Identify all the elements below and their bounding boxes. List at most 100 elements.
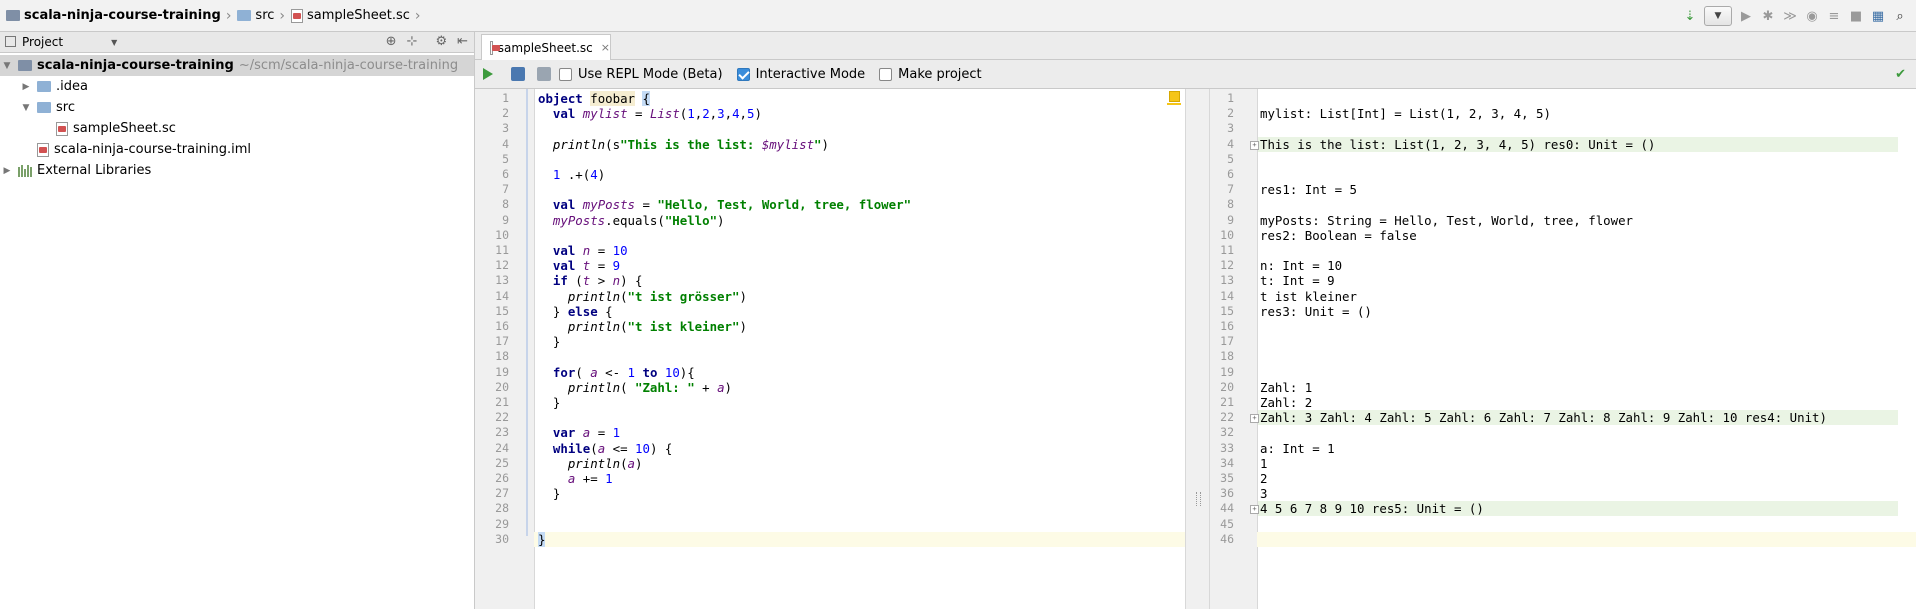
code-line[interactable]: val t = 9 xyxy=(538,258,620,273)
expand-arrow-icon[interactable]: ▼ xyxy=(21,103,31,113)
expand-arrow-icon[interactable]: ▼ xyxy=(2,61,12,71)
close-icon[interactable]: × xyxy=(601,41,610,54)
tree-item[interactable]: ▶ External Libraries xyxy=(0,160,474,181)
code-line[interactable]: println("t ist grösser") xyxy=(538,289,747,304)
code-line[interactable]: val mylist = List(1,2,3,4,5) xyxy=(538,106,762,121)
stop-icon[interactable]: ■ xyxy=(1848,8,1864,24)
code-line[interactable]: a += 1 xyxy=(538,471,613,486)
worksheet-output[interactable]: + + +1 2 mylist: List[Int] = List(1, 2, 3, 4… xyxy=(1210,89,1916,609)
code-line[interactable]: } xyxy=(538,334,560,349)
collapse-arrow-icon[interactable]: ▶ xyxy=(2,166,12,176)
tab-samplesheet[interactable]: sampleSheet.sc × xyxy=(481,34,611,60)
make-project-checkbox[interactable] xyxy=(879,67,893,81)
code-line[interactable]: val myPosts = "Hello, Test, World, tree,… xyxy=(538,197,911,212)
code-line[interactable]: } xyxy=(538,531,546,547)
folder-icon xyxy=(237,10,252,21)
breadcrumb-project[interactable]: scala-ninja-course-training › xyxy=(0,0,231,31)
worksheet-toolbar: Use REPL Mode (Beta) Interactive Mode Ma… xyxy=(475,60,1916,89)
warning-marker[interactable] xyxy=(1169,91,1180,102)
view-dropdown-icon[interactable]: ▼ xyxy=(111,38,117,47)
project-folder-icon xyxy=(18,60,32,71)
line-number: 18 xyxy=(495,349,509,364)
expand-fold-icon[interactable]: + xyxy=(1250,140,1259,150)
hide-panel-icon[interactable]: ⇤ xyxy=(457,34,468,49)
line-number: 18 xyxy=(1220,349,1234,364)
interactive-mode-checkbox[interactable] xyxy=(736,67,750,81)
interactive-mode-label: Interactive Mode xyxy=(755,66,866,82)
run-worksheet-icon[interactable] xyxy=(483,68,493,80)
code-line[interactable]: object foobar { xyxy=(538,91,650,106)
breadcrumb-folder[interactable]: src › xyxy=(231,0,285,31)
repl-mode-checkbox[interactable] xyxy=(559,67,572,81)
code-line[interactable]: var a = 1 xyxy=(538,425,620,440)
profile-icon[interactable]: ◉ xyxy=(1804,8,1820,24)
code-line[interactable]: while(a <= 10) { xyxy=(538,441,672,456)
splitter-grip[interactable] xyxy=(1196,492,1201,506)
expand-fold-icon[interactable]: + xyxy=(1250,414,1259,424)
scroll-from-source-icon[interactable]: ⊕ xyxy=(386,34,397,49)
code-line[interactable]: if (t > n) { xyxy=(538,273,643,288)
line-number: 21 xyxy=(495,395,509,409)
current-line-highlight xyxy=(1257,531,1916,547)
line-number: 3 xyxy=(1227,121,1234,136)
code-line[interactable]: } xyxy=(538,395,560,410)
code-line[interactable]: println(a) xyxy=(538,456,643,471)
collapse-arrow-icon[interactable]: ▶ xyxy=(21,82,31,92)
line-number: 33 xyxy=(1220,440,1234,455)
code-line[interactable]: val n = 10 xyxy=(538,243,628,258)
line-number: 3 xyxy=(502,121,509,136)
line-number: 5 xyxy=(1227,151,1234,166)
output-line: 1 xyxy=(1260,455,1268,471)
output-line: mylist: List[Int] = List(1, 2, 3, 4, 5) xyxy=(1260,106,1551,122)
collapse-all-icon[interactable]: ⊹ xyxy=(407,34,418,49)
run-configuration-select[interactable]: ▼ xyxy=(1704,6,1732,26)
code-line[interactable]: println( "Zahl: " + a) xyxy=(538,380,732,395)
worksheet-splitter[interactable] xyxy=(1185,89,1210,609)
tree-item[interactable]: ▶ .idea xyxy=(0,76,474,97)
line-number: 36 xyxy=(1220,486,1234,501)
code-line[interactable]: myPosts.equals("Hello") xyxy=(538,213,725,228)
expand-fold-icon[interactable]: + xyxy=(1250,505,1259,515)
tree-item-label: scala-ninja-course-training.iml xyxy=(54,142,252,157)
line-number: 12 xyxy=(1220,258,1234,273)
breadcrumb-file[interactable]: sampleSheet.sc › xyxy=(285,0,421,31)
folder-icon xyxy=(37,81,51,92)
search-icon[interactable]: ⌕ xyxy=(1892,8,1908,24)
code-line[interactable]: } xyxy=(538,486,560,501)
code-line[interactable]: for( a <- 1 to 10){ xyxy=(538,365,695,380)
output-line: 3 xyxy=(1260,486,1268,502)
output-line: t: Int = 9 xyxy=(1260,273,1335,289)
tree-item[interactable]: sampleSheet.sc xyxy=(0,118,474,139)
code-line[interactable]: println(s"This is the list: $mylist") xyxy=(538,137,829,152)
attach-icon[interactable]: ≡ xyxy=(1826,8,1842,24)
tree-item-label: sampleSheet.sc xyxy=(73,121,176,136)
tree-item-label: scala-ninja-course-training xyxy=(37,58,234,73)
tree-item[interactable]: ▼ scala-ninja-course-training ~/scm/scala-… xyxy=(0,55,474,76)
line-number: 46 xyxy=(1220,531,1234,546)
line-number: 6 xyxy=(502,167,509,181)
tree-item-label: src xyxy=(56,100,75,115)
tree-item-path: ~/scm/scala-ninja-course-training xyxy=(238,58,459,73)
source-editor[interactable]: 1 object foobar {2 val mylist = List(1,2,… xyxy=(475,89,1185,609)
copy-worksheet-icon[interactable] xyxy=(537,67,551,81)
code-line[interactable]: println("t ist kleiner") xyxy=(538,319,747,334)
build-icon[interactable]: ⇣ xyxy=(1682,8,1698,24)
line-number: 9 xyxy=(502,212,509,227)
tree-item[interactable]: ▼ src xyxy=(0,97,474,118)
line-number: 45 xyxy=(1220,516,1234,531)
debug-icon[interactable]: ✱ xyxy=(1760,8,1776,24)
tab-label: sampleSheet.sc xyxy=(497,40,593,55)
line-number: 2 xyxy=(502,106,509,121)
run-icon[interactable]: ▶ xyxy=(1738,8,1754,24)
code-line[interactable]: 1 .+(4) xyxy=(538,167,605,182)
clean-worksheet-icon[interactable] xyxy=(511,67,525,81)
tree-item[interactable]: scala-ninja-course-training.iml xyxy=(0,139,474,160)
code-line[interactable]: } else { xyxy=(538,304,613,319)
line-number: 7 xyxy=(502,182,509,197)
coverage-icon[interactable]: ≫ xyxy=(1782,8,1798,24)
project-structure-icon[interactable]: ▦ xyxy=(1870,8,1886,24)
navigation-bar: scala-ninja-course-training › src › samp… xyxy=(0,0,1916,32)
output-line: res2: Boolean = false xyxy=(1260,227,1417,243)
project-panel-title[interactable]: Project xyxy=(22,35,63,49)
gear-icon[interactable]: ⚙ xyxy=(435,34,447,49)
